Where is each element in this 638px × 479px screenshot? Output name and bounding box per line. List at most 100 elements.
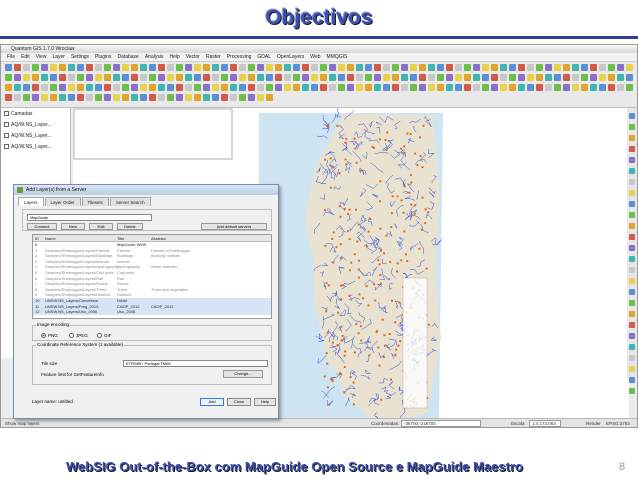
new-button[interactable]: New <box>61 223 85 230</box>
side-tool-icon[interactable] <box>629 201 635 207</box>
close-button[interactable]: Close <box>227 398 251 406</box>
toolbar-tool-icon[interactable] <box>446 64 453 71</box>
toolbar-tool-icon[interactable] <box>230 64 237 71</box>
toolbar-tool-icon[interactable] <box>5 64 12 71</box>
menu-plugins[interactable]: Plugins <box>95 53 111 61</box>
toolbar-tool-icon[interactable] <box>545 84 552 91</box>
toolbar-tool-icon[interactable] <box>248 64 255 71</box>
menu-openlayers[interactable]: OpenLayers <box>277 53 304 61</box>
toolbar-tool-icon[interactable] <box>32 94 39 101</box>
side-tool-icon[interactable] <box>629 113 635 119</box>
menu-edit[interactable]: Edit <box>21 53 30 61</box>
tab-tilesets[interactable]: Tilesets <box>81 197 109 206</box>
toolbar-tool-icon[interactable] <box>572 74 579 81</box>
toolbar-tool-icon[interactable] <box>338 74 345 81</box>
toolbar-tool-icon[interactable] <box>554 64 561 71</box>
toolbar-tool-icon[interactable] <box>437 74 444 81</box>
layer-visibility-checkbox[interactable] <box>4 133 9 138</box>
connect-button[interactable]: Connect <box>27 223 57 230</box>
toolbar-tool-icon[interactable] <box>221 94 228 101</box>
toolbar-tool-icon[interactable] <box>140 64 147 71</box>
toolbar-tool-icon[interactable] <box>203 84 210 91</box>
toolbar-tool-icon[interactable] <box>536 84 543 91</box>
tab-server-search[interactable]: Server Search <box>109 197 151 206</box>
menu-web[interactable]: Web <box>310 53 320 61</box>
side-tool-icon[interactable] <box>629 146 635 152</box>
toolbar-tool-icon[interactable] <box>212 74 219 81</box>
toolbar-tool-icon[interactable] <box>527 84 534 91</box>
toolbar-tool-icon[interactable] <box>437 84 444 91</box>
side-tool-icon[interactable] <box>629 234 635 240</box>
side-tool-icon[interactable] <box>629 366 635 372</box>
toolbar-tool-icon[interactable] <box>239 84 246 91</box>
toolbar-tool-icon[interactable] <box>149 64 156 71</box>
toolbar-tool-icon[interactable] <box>5 84 12 91</box>
toolbar-tool-icon[interactable] <box>194 74 201 81</box>
toolbar-tool-icon[interactable] <box>158 64 165 71</box>
toolbar-tool-icon[interactable] <box>113 64 120 71</box>
toolbar-tool-icon[interactable] <box>41 94 48 101</box>
toolbar-tool-icon[interactable] <box>176 94 183 101</box>
toolbar-tool-icon[interactable] <box>581 64 588 71</box>
toolbar-tool-icon[interactable] <box>347 74 354 81</box>
toolbar-tool-icon[interactable] <box>32 74 39 81</box>
toolbar-tool-icon[interactable] <box>374 74 381 81</box>
toolbar-tool-icon[interactable] <box>176 74 183 81</box>
side-tool-icon[interactable] <box>629 289 635 295</box>
toolbar-tool-icon[interactable] <box>248 74 255 81</box>
format-radio-png[interactable]: PNG <box>41 333 58 338</box>
toolbar-tool-icon[interactable] <box>185 74 192 81</box>
toolbar-tool-icon[interactable] <box>230 74 237 81</box>
toolbar-tool-icon[interactable] <box>599 74 606 81</box>
toolbar-tool-icon[interactable] <box>50 94 57 101</box>
toolbar-tool-icon[interactable] <box>68 74 75 81</box>
edit-button[interactable]: Edit <box>89 223 113 230</box>
toolbar-tool-icon[interactable] <box>266 84 273 91</box>
toolbar-tool-icon[interactable] <box>617 64 624 71</box>
toolbar-tool-icon[interactable] <box>5 74 12 81</box>
layer-item[interactable]: AQ/W.NS_Layer... <box>1 119 70 130</box>
toolbar-tool-icon[interactable] <box>194 64 201 71</box>
toolbar-tool-icon[interactable] <box>509 84 516 91</box>
toolbar-tool-icon[interactable] <box>50 64 57 71</box>
toolbar-tool-icon[interactable] <box>455 64 462 71</box>
toolbar-tool-icon[interactable] <box>122 94 129 101</box>
toolbar-tool-icon[interactable] <box>374 84 381 91</box>
toolbar-tool-icon[interactable] <box>518 64 525 71</box>
toolbar-tool-icon[interactable] <box>41 64 48 71</box>
toolbar-tool-icon[interactable] <box>590 64 597 71</box>
side-tool-icon[interactable] <box>629 168 635 174</box>
side-tool-icon[interactable] <box>629 377 635 383</box>
toolbar-tool-icon[interactable] <box>626 74 633 81</box>
toolbar-tool-icon[interactable] <box>464 74 471 81</box>
toolbar-tool-icon[interactable] <box>140 84 147 91</box>
column-header-name[interactable]: Name <box>45 235 117 241</box>
toolbar-tool-icon[interactable] <box>473 64 480 71</box>
toolbar-tool-icon[interactable] <box>59 64 66 71</box>
add-default-servers-button[interactable]: Add default servers <box>201 223 267 230</box>
layer-name-value[interactable]: untitled <box>58 399 73 404</box>
side-tool-icon[interactable] <box>629 333 635 339</box>
side-tool-icon[interactable] <box>629 300 635 306</box>
toolbar-tool-icon[interactable] <box>59 74 66 81</box>
side-tool-icon[interactable] <box>629 322 635 328</box>
toolbar-tool-icon[interactable] <box>275 84 282 91</box>
toolbar-tool-icon[interactable] <box>77 84 84 91</box>
toolbar-tool-icon[interactable] <box>194 94 201 101</box>
toolbar-tool-icon[interactable] <box>455 84 462 91</box>
toolbar-tool-icon[interactable] <box>95 74 102 81</box>
toolbar-tool-icon[interactable] <box>608 74 615 81</box>
toolbar-tool-icon[interactable] <box>482 84 489 91</box>
toolbar-tool-icon[interactable] <box>185 64 192 71</box>
menu-view[interactable]: View <box>36 53 47 61</box>
side-tool-icon[interactable] <box>629 223 635 229</box>
toolbar-tool-icon[interactable] <box>86 94 93 101</box>
toolbar-tool-icon[interactable] <box>437 64 444 71</box>
toolbar-tool-icon[interactable] <box>86 64 93 71</box>
toolbar-tool-icon[interactable] <box>356 64 363 71</box>
column-header-abstract[interactable]: Abstract <box>151 235 201 241</box>
toolbar-tool-icon[interactable] <box>563 74 570 81</box>
toolbar-tool-icon[interactable] <box>41 84 48 91</box>
toolbar-tool-icon[interactable] <box>275 74 282 81</box>
toolbar-tool-icon[interactable] <box>68 84 75 91</box>
